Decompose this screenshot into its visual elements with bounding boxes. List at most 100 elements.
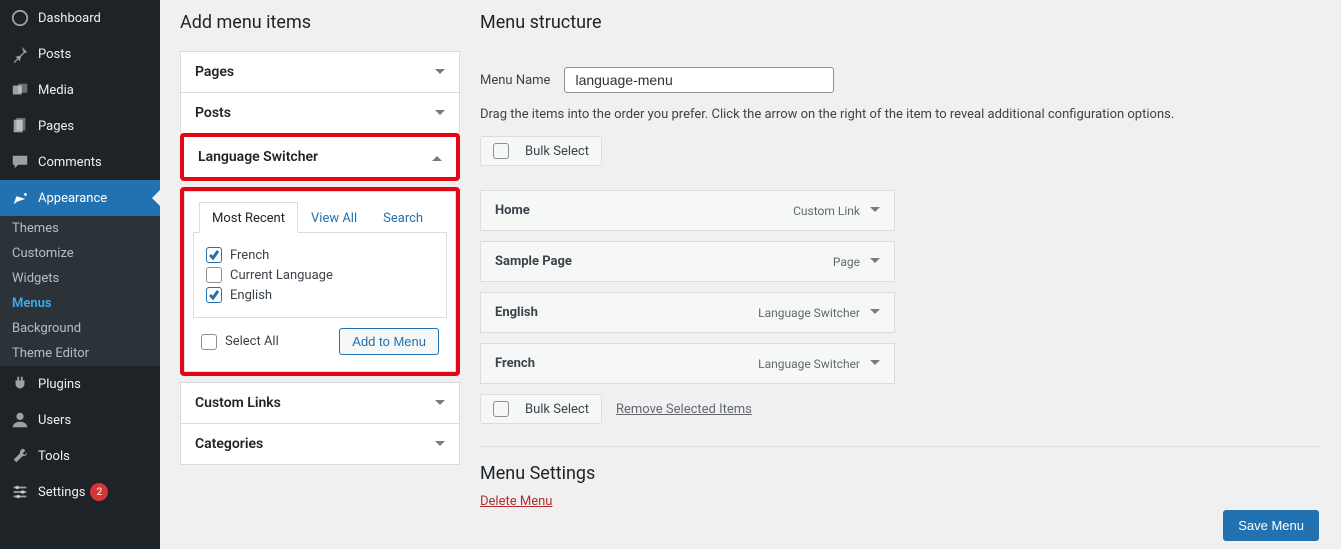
panel-head-language-switcher[interactable]: Language Switcher — [184, 137, 456, 177]
chevron-down-icon — [435, 400, 445, 410]
panel-label: Custom Links — [195, 395, 281, 411]
menu-structure-column: Menu structure Menu Name Drag the items … — [480, 0, 1321, 549]
sidebar-sub-theme-editor[interactable]: Theme Editor — [0, 341, 160, 366]
media-icon — [10, 80, 30, 100]
bulk-select-label: Bulk Select — [525, 144, 589, 159]
admin-sidebar: Dashboard Posts Media Pages Comments App… — [0, 0, 160, 549]
sidebar-sub-menus[interactable]: Menus — [0, 291, 160, 316]
sidebar-item-label: Media — [38, 83, 74, 98]
sidebar-item-media[interactable]: Media — [0, 72, 160, 108]
settings-icon — [10, 482, 30, 502]
delete-menu-link[interactable]: Delete Menu — [480, 494, 552, 509]
panel-categories: Categories — [180, 423, 460, 465]
chevron-down-icon — [435, 110, 445, 120]
chevron-down-icon[interactable] — [870, 360, 880, 370]
checkbox-icon[interactable] — [493, 143, 509, 159]
lang-row-english[interactable]: English — [206, 287, 434, 303]
sidebar-item-label: Comments — [38, 155, 102, 170]
sidebar-item-appearance[interactable]: Appearance — [0, 180, 160, 216]
menu-structure-title: Menu structure — [480, 0, 1321, 51]
panel-posts: Posts — [180, 92, 460, 134]
sidebar-item-plugins[interactable]: Plugins — [0, 366, 160, 402]
menu-name-input[interactable] — [564, 67, 834, 93]
checkbox-icon[interactable] — [206, 287, 222, 303]
lang-row-current[interactable]: Current Language — [206, 267, 434, 283]
menu-item[interactable]: English Language Switcher — [480, 292, 895, 333]
panel-body-language-switcher-highlighted: Most Recent View All Search French Curre… — [180, 187, 460, 376]
chevron-down-icon — [435, 441, 445, 451]
menu-name-label: Menu Name — [480, 73, 550, 88]
sidebar-item-users[interactable]: Users — [0, 402, 160, 438]
chevron-down-icon — [435, 69, 445, 79]
settings-badge: 2 — [90, 483, 108, 501]
checkbox-icon[interactable] — [493, 401, 509, 417]
menu-item[interactable]: Home Custom Link — [480, 190, 895, 231]
sidebar-item-label: Users — [38, 413, 71, 428]
pin-icon — [10, 44, 30, 64]
menu-item-type: Language Switcher — [758, 306, 860, 320]
lang-row-french[interactable]: French — [206, 247, 434, 263]
remove-selected-link[interactable]: Remove Selected Items — [616, 402, 752, 417]
sidebar-item-settings[interactable]: Settings 2 — [0, 474, 160, 510]
menu-item[interactable]: French Language Switcher — [480, 343, 895, 384]
menu-items-list: Home Custom Link Sample Page Page Englis… — [480, 190, 895, 384]
sidebar-item-dashboard[interactable]: Dashboard — [0, 0, 160, 36]
add-to-menu-button[interactable]: Add to Menu — [339, 328, 439, 355]
dashboard-icon — [10, 8, 30, 28]
sidebar-sub-widgets[interactable]: Widgets — [0, 266, 160, 291]
lang-label: Current Language — [230, 268, 333, 283]
select-all-row[interactable]: Select All — [201, 334, 279, 350]
panel-label: Language Switcher — [198, 149, 318, 165]
panel-head-categories[interactable]: Categories — [181, 424, 459, 464]
main-content: Add menu items Pages Posts Language Swit… — [160, 0, 1341, 549]
menu-item-label: English — [495, 305, 538, 320]
chevron-down-icon[interactable] — [870, 258, 880, 268]
sidebar-item-label: Appearance — [38, 191, 107, 206]
checkbox-icon[interactable] — [206, 267, 222, 283]
tab-view-all[interactable]: View All — [298, 202, 370, 233]
sidebar-sub-themes[interactable]: Themes — [0, 216, 160, 241]
panel-label: Pages — [195, 64, 234, 80]
panel-custom-links: Custom Links — [180, 382, 460, 424]
tabs: Most Recent View All Search — [193, 202, 447, 233]
panel-language-switcher-highlighted: Language Switcher — [180, 133, 460, 181]
select-all-label: Select All — [225, 334, 279, 349]
panel-head-custom-links[interactable]: Custom Links — [181, 383, 459, 423]
checkbox-icon[interactable] — [201, 334, 217, 350]
menu-settings-title: Menu Settings — [480, 463, 1321, 484]
divider — [480, 446, 1321, 447]
tab-search[interactable]: Search — [370, 202, 436, 233]
panel-pages: Pages — [180, 51, 460, 93]
bulk-select-bottom[interactable]: Bulk Select — [480, 394, 602, 424]
sidebar-sub-customize[interactable]: Customize — [0, 241, 160, 266]
checkbox-icon[interactable] — [206, 247, 222, 263]
panel-head-posts[interactable]: Posts — [181, 93, 459, 133]
chevron-down-icon[interactable] — [870, 309, 880, 319]
save-menu-button[interactable]: Save Menu — [1223, 510, 1319, 541]
sidebar-item-tools[interactable]: Tools — [0, 438, 160, 474]
sidebar-item-comments[interactable]: Comments — [0, 144, 160, 180]
sidebar-item-pages[interactable]: Pages — [0, 108, 160, 144]
panel-head-pages[interactable]: Pages — [181, 52, 459, 92]
menu-item-type: Language Switcher — [758, 357, 860, 371]
menu-item-label: French — [495, 356, 535, 371]
chevron-down-icon[interactable] — [870, 207, 880, 217]
lang-label: French — [230, 248, 269, 263]
tab-most-recent[interactable]: Most Recent — [199, 202, 298, 233]
sidebar-item-posts[interactable]: Posts — [0, 36, 160, 72]
add-menu-items-column: Add menu items Pages Posts Language Swit… — [180, 0, 460, 549]
menu-structure-description: Drag the items into the order you prefer… — [480, 107, 1321, 122]
bulk-select-top[interactable]: Bulk Select — [480, 136, 602, 166]
sidebar-item-label: Plugins — [38, 377, 81, 392]
menu-item-label: Home — [495, 203, 530, 218]
tools-icon — [10, 446, 30, 466]
bulk-select-label: Bulk Select — [525, 402, 589, 417]
sidebar-sub-background[interactable]: Background — [0, 316, 160, 341]
sidebar-item-label: Dashboard — [38, 11, 101, 26]
menu-item-label: Sample Page — [495, 254, 572, 269]
pages-icon — [10, 116, 30, 136]
menu-item-type: Page — [833, 255, 860, 269]
menu-item-type: Custom Link — [793, 204, 860, 218]
add-items-title: Add menu items — [180, 0, 460, 51]
menu-item[interactable]: Sample Page Page — [480, 241, 895, 282]
